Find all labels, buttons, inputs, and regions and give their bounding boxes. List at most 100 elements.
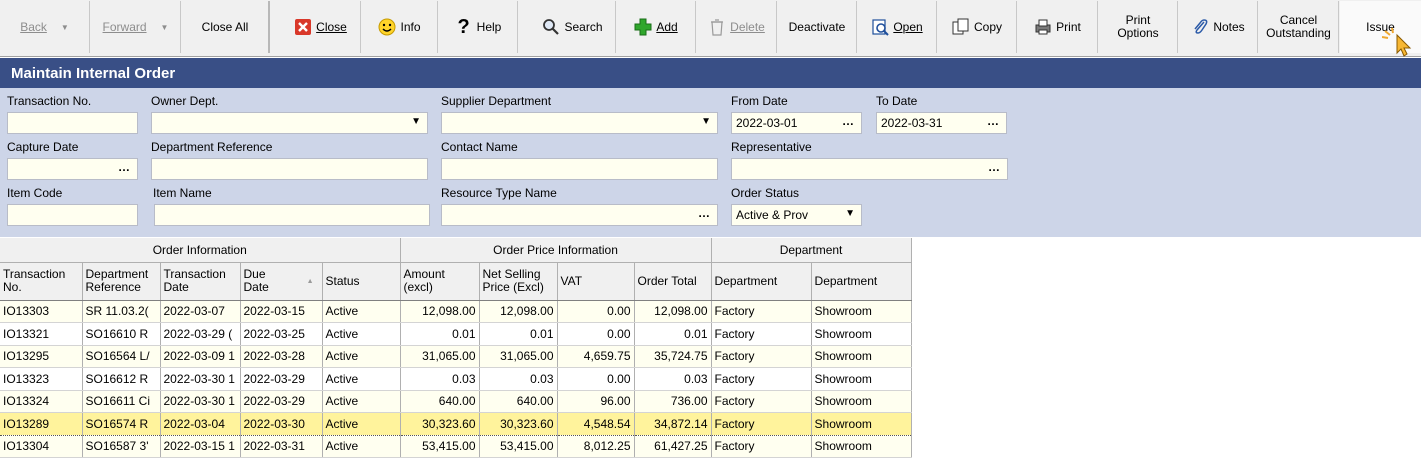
- supplier-department-select[interactable]: ▼: [441, 112, 718, 134]
- contact-name-input[interactable]: [441, 158, 718, 180]
- col-amount-excl-cell: 0.03: [400, 367, 480, 391]
- col-department-to-header[interactable]: Department: [811, 262, 912, 301]
- capture-date-input[interactable]: …: [7, 158, 138, 180]
- close-label: Close: [316, 19, 347, 34]
- to-date-label: To Date: [876, 94, 918, 108]
- col-due-date-cell: 2022-03-31: [240, 435, 323, 458]
- chevron-down-icon[interactable]: ▼: [411, 116, 421, 127]
- table-row[interactable]: IO13324 SO16611 Ci 2022-03-30 1 2022-03-29 A…: [0, 390, 912, 413]
- ellipsis-icon[interactable]: …: [988, 160, 1001, 174]
- col-order-total-cell: 34,872.14: [634, 412, 712, 436]
- deactivate-button[interactable]: Deactivate: [778, 1, 857, 53]
- table-row[interactable]: IO13289 SO16574 R 2022-03-04 2022-03-30 Acti…: [0, 412, 912, 436]
- trash-icon: [708, 18, 726, 36]
- back-button[interactable]: Back ▼: [0, 1, 90, 53]
- toolbar: Back ▼ Forward ▼ Close All Close Info ? …: [0, 0, 1421, 57]
- table-row[interactable]: IO13323 SO16612 R 2022-03-30 1 2022-03-29 Ac…: [0, 367, 912, 391]
- order-status-value: Active & Prov: [736, 208, 809, 222]
- order-status-select[interactable]: Active & Prov ▼: [731, 204, 862, 226]
- col-transaction-date-header[interactable]: Transaction Date: [160, 262, 241, 301]
- order-status-label: Order Status: [731, 186, 800, 200]
- col-order-total-cell: 0.01: [634, 322, 712, 346]
- cancel-outstanding-button[interactable]: Cancel Outstanding: [1259, 1, 1339, 53]
- delete-button[interactable]: Delete: [697, 1, 777, 53]
- item-code-input[interactable]: [7, 204, 138, 226]
- col-order-total-cell: 0.03: [634, 367, 712, 391]
- add-button[interactable]: Add: [617, 1, 696, 53]
- representative-input[interactable]: …: [731, 158, 1008, 180]
- col-department-from-header[interactable]: Department: [711, 262, 812, 301]
- ellipsis-icon[interactable]: …: [987, 114, 1000, 128]
- col-status-header[interactable]: Status: [322, 262, 401, 301]
- owner-dept-select[interactable]: ▼: [151, 112, 428, 134]
- chevron-down-icon[interactable]: ▼: [701, 116, 711, 127]
- col-order-total-header[interactable]: Order Total: [634, 262, 712, 301]
- transaction-no-label: Transaction No.: [7, 94, 92, 108]
- col-status-cell: Active: [322, 300, 401, 323]
- help-button[interactable]: ? Help: [439, 1, 518, 53]
- table-row[interactable]: IO13321 SO16610 R 2022-03-29 (2022-03-25 Ac…: [0, 322, 912, 346]
- table-row[interactable]: IO13303 SR 11.03.2(2022-03-07 2022-03-15 Ac…: [0, 300, 912, 323]
- col-department-reference-cell: SO16587 3': [82, 435, 161, 458]
- printer-icon: [1034, 18, 1052, 36]
- from-date-label: From Date: [731, 94, 788, 108]
- open-button[interactable]: Open: [858, 1, 937, 53]
- forward-button[interactable]: Forward ▼: [91, 1, 181, 53]
- close-all-button[interactable]: Close All: [182, 1, 270, 53]
- col-vat-header[interactable]: VAT: [557, 262, 635, 301]
- col-net-selling-price-header[interactable]: Net Selling Price (Excl): [479, 262, 558, 301]
- transaction-no-input[interactable]: [7, 112, 138, 134]
- col-department-reference-cell: SO16612 R: [82, 367, 161, 391]
- col-amount-excl-cell: 31,065.00: [400, 345, 480, 368]
- chevron-down-icon[interactable]: ▼: [845, 208, 855, 219]
- department-reference-input[interactable]: [151, 158, 428, 180]
- col-transaction-no-cell: IO13323: [0, 367, 83, 391]
- ellipsis-icon[interactable]: …: [842, 114, 855, 128]
- col-transaction-no-cell: IO13289: [0, 412, 83, 436]
- col-vat-cell: 0.00: [557, 300, 635, 323]
- from-date-input[interactable]: 2022-03-01 …: [731, 112, 862, 134]
- col-due-date-cell: 2022-03-29: [240, 367, 323, 391]
- col-due-date-cell: 2022-03-29: [240, 390, 323, 413]
- cancel-outstanding-label: Cancel Outstanding: [1266, 13, 1331, 40]
- col-department-from-cell: Factory: [711, 435, 812, 458]
- resource-type-name-label: Resource Type Name: [441, 186, 557, 200]
- resource-type-name-input[interactable]: …: [441, 204, 718, 226]
- ellipsis-icon[interactable]: …: [698, 206, 711, 220]
- col-status-cell: Active: [322, 345, 401, 368]
- search-button[interactable]: Search: [530, 1, 616, 53]
- item-name-input[interactable]: [154, 204, 430, 226]
- close-button[interactable]: Close: [281, 1, 361, 53]
- print-options-button[interactable]: Print Options: [1099, 1, 1178, 53]
- col-vat-cell: 4,659.75: [557, 345, 635, 368]
- col-transaction-date-cell: 2022-03-30 1: [160, 390, 241, 413]
- col-due-date-header[interactable]: Due Date ▲: [240, 262, 323, 301]
- col-department-reference-cell: SO16611 Ci: [82, 390, 161, 413]
- col-department-from-cell: Factory: [711, 322, 812, 346]
- forward-dropdown-icon[interactable]: ▼: [161, 21, 169, 34]
- col-amount-excl-cell: 0.01: [400, 322, 480, 346]
- col-transaction-no-header[interactable]: Transaction No.: [0, 262, 83, 301]
- col-amount-excl-header[interactable]: Amount (excl): [400, 262, 480, 301]
- close-all-label: Close All: [201, 19, 249, 34]
- to-date-input[interactable]: 2022-03-31 …: [876, 112, 1007, 134]
- col-due-date-cell: 2022-03-15: [240, 300, 323, 323]
- back-dropdown-icon[interactable]: ▼: [61, 21, 69, 34]
- info-button[interactable]: Info: [362, 1, 438, 53]
- notes-button[interactable]: Notes: [1179, 1, 1258, 53]
- ellipsis-icon[interactable]: …: [118, 160, 131, 174]
- table-row[interactable]: IO13304 SO16587 3' 2022-03-15 1 2022-03-31 A…: [0, 435, 912, 458]
- col-amount-excl-cell: 640.00: [400, 390, 480, 413]
- col-order-total-cell: 12,098.00: [634, 300, 712, 323]
- print-button[interactable]: Print: [1018, 1, 1098, 53]
- col-department-reference-header[interactable]: Department Reference: [82, 262, 161, 301]
- col-transaction-date-cell: 2022-03-07: [160, 300, 241, 323]
- search-icon: [542, 18, 560, 36]
- copy-button[interactable]: Copy: [938, 1, 1017, 53]
- from-date-value: 2022-03-01: [736, 116, 798, 130]
- col-status-cell: Active: [322, 367, 401, 391]
- table-row[interactable]: IO13295 SO16564 L/2022-03-09 1 2022-03-28 A…: [0, 345, 912, 368]
- col-amount-excl-cell: 30,323.60: [400, 412, 480, 436]
- open-document-icon: [871, 18, 890, 36]
- back-label: Back: [20, 19, 47, 34]
